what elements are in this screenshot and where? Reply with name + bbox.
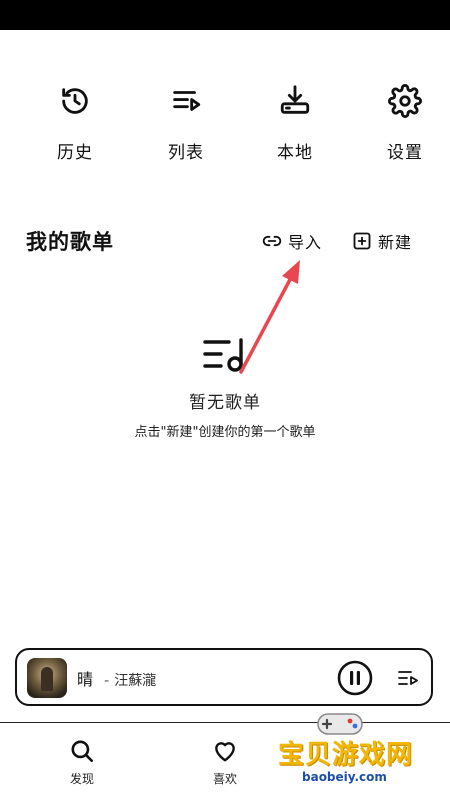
empty-state: 暂无歌单 点击"新建"创建你的第一个歌单 [0,336,450,440]
pause-button[interactable] [337,660,373,696]
track-title: 晴 [77,670,94,689]
list-label: 列表 [168,143,204,163]
nav-favorites-label: 喜欢 [212,772,237,786]
track-artist: 汪蘇瀧 [114,673,157,689]
search-icon [71,740,94,763]
watermark-url: baobeiy.com [302,770,387,784]
quick-actions-row: 历史 列表 本地 设置 [0,84,450,174]
section-title: 我的歌单 [26,230,114,254]
history-button[interactable]: 历史 [30,84,120,163]
my-playlists-header: 我的歌单 导入 新建 [0,222,450,258]
import-button[interactable]: 导入 [262,228,322,254]
track-info: 晴 - 汪蘇瀧 [77,666,156,690]
watermark-text: 宝贝游戏网 [278,740,414,770]
queue-icon[interactable] [397,668,419,688]
history-icon [62,88,88,114]
local-button[interactable]: 本地 [250,84,340,163]
history-label: 历史 [57,143,93,163]
site-watermark: 宝贝游戏网 baobeiy.com [272,708,422,794]
settings-button[interactable]: 设置 [360,84,450,163]
new-playlist-button[interactable]: 新建 [352,228,412,254]
track-separator: - [104,673,110,689]
mini-player[interactable]: 晴 - 汪蘇瀧 [15,648,433,706]
playlist-icon [173,91,201,111]
music-list-icon [203,338,243,372]
local-label: 本地 [277,143,313,163]
nav-discover-label: 发现 [69,772,94,786]
album-art[interactable] [27,658,67,698]
status-bar [0,0,450,30]
empty-title: 暂无歌单 [189,393,261,413]
new-label: 新建 [378,233,413,252]
heart-icon [215,742,235,762]
settings-label: 设置 [387,143,423,163]
link-icon [262,235,282,247]
nav-favorites[interactable]: 喜欢 [185,738,265,787]
list-button[interactable]: 列表 [141,84,231,163]
empty-hint: 点击"新建"创建你的第一个歌单 [134,425,316,440]
import-label: 导入 [288,233,323,252]
download-icon [280,85,310,114]
plus-square-icon [353,232,371,250]
nav-discover[interactable]: 发现 [42,738,122,787]
gear-icon [388,84,422,118]
